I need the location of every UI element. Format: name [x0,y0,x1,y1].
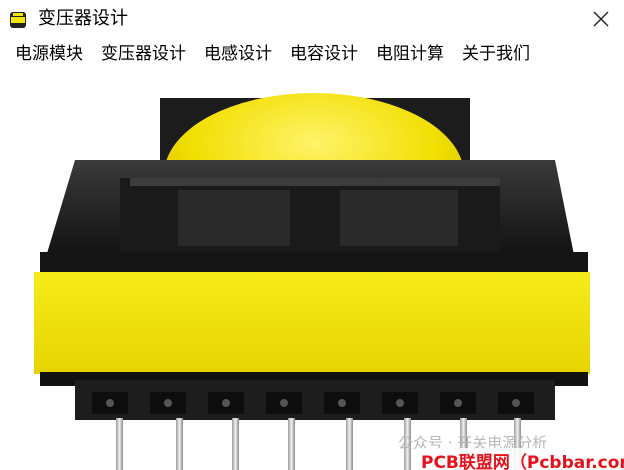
menu-inductor-design[interactable]: 电感设计 [195,39,281,69]
menu-power-module[interactable]: 电源模块 [6,39,92,69]
menu-bar: 电源模块 变压器设计 电感设计 电容设计 电阻计算 关于我们 [0,38,624,70]
pin-base [75,380,555,420]
insulation-tape [34,272,590,374]
close-button[interactable] [578,0,624,38]
menu-about-us[interactable]: 关于我们 [453,39,539,69]
flange-window-left [178,190,290,246]
flange-rim [130,178,500,186]
menu-capacitor-design[interactable]: 电容设计 [281,39,367,69]
transformer-photo [34,93,590,470]
close-icon [593,11,609,27]
window-title: 变压器设计 [38,8,128,29]
watermark-site: PCB联盟网（Pcbbar.com） [418,448,624,470]
image-area: 公众号 · 开关电源分析 PCB联盟网（Pcbbar.com） [0,70,624,470]
flange-window-right [340,190,458,246]
menu-resistor-calc[interactable]: 电阻计算 [367,39,453,69]
menu-transformer-design[interactable]: 变压器设计 [92,39,195,69]
title-bar: 变压器设计 [0,0,624,38]
transformer-app-icon [10,12,26,28]
